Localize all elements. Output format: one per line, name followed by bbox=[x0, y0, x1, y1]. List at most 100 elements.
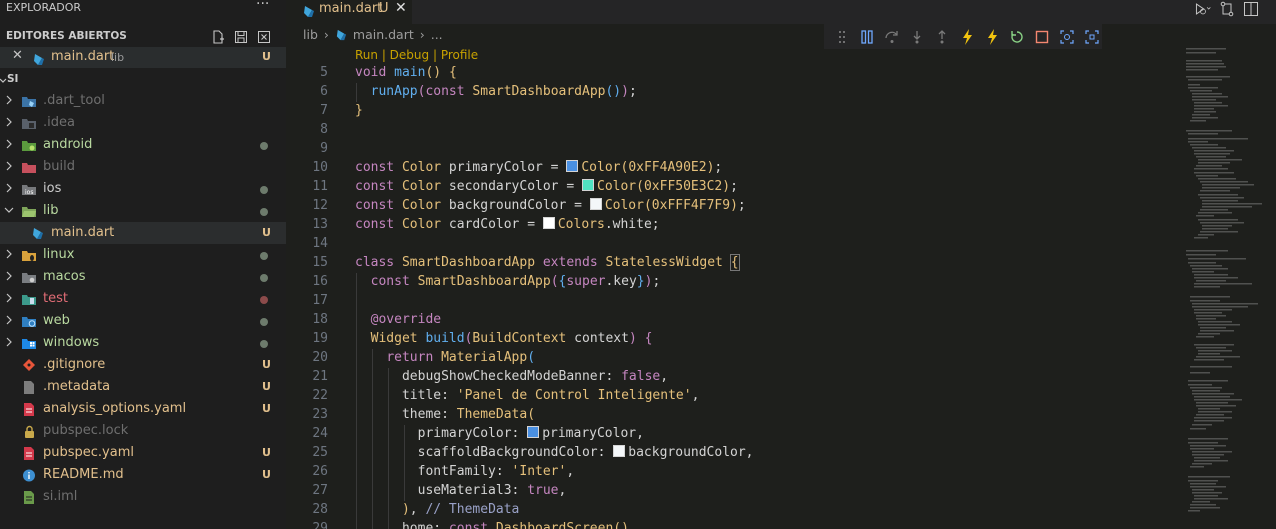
breadcrumb-file[interactable]: main.dart bbox=[353, 27, 414, 42]
line-number: 5 bbox=[320, 65, 328, 80]
error-dot bbox=[260, 296, 268, 304]
breadcrumb-more[interactable]: ... bbox=[431, 27, 443, 42]
breadcrumb-folder[interactable]: lib bbox=[303, 27, 318, 42]
tree-item-label: .dart_tool bbox=[43, 93, 105, 108]
chevron-right-icon bbox=[6, 161, 12, 171]
svg-text:ios: ios bbox=[25, 189, 33, 196]
split-editor-icon[interactable] bbox=[1242, 0, 1260, 18]
stop-icon[interactable] bbox=[1031, 26, 1052, 48]
metadata-file-icon bbox=[24, 381, 34, 394]
tree-item-label: web bbox=[43, 313, 70, 328]
open-editor-item[interactable]: ✕ main.dart lib U bbox=[0, 47, 286, 68]
tree-folder-linux[interactable]: linux bbox=[0, 244, 286, 266]
line-number: 7 bbox=[320, 103, 328, 118]
tree-folder-dart-tool[interactable]: .dart_tool bbox=[0, 90, 286, 112]
tree-folder-macos[interactable]: macos bbox=[0, 266, 286, 288]
chevron-right-icon bbox=[6, 315, 12, 325]
chevron-down-icon bbox=[4, 207, 14, 213]
tree-item-label: test bbox=[43, 291, 68, 306]
minimap[interactable] bbox=[1182, 44, 1272, 529]
tree-file-analysis-options[interactable]: analysis_options.yaml U bbox=[0, 398, 286, 420]
tree-file-readme[interactable]: README.md U bbox=[0, 464, 286, 486]
line-number: 22 bbox=[312, 388, 328, 403]
tab-main-dart[interactable]: main.dart U ✕ bbox=[286, 0, 412, 24]
hot-restart-icon[interactable] bbox=[981, 26, 1002, 48]
code-editor[interactable]: 5 void main() { 6 runApp(const SmartDashb… bbox=[286, 64, 1166, 529]
step-into-icon[interactable] bbox=[907, 26, 928, 48]
folder-build-icon bbox=[22, 163, 36, 173]
tree-file-metadata[interactable]: .metadata U bbox=[0, 376, 286, 398]
color-swatch[interactable] bbox=[589, 198, 602, 210]
color-swatch[interactable] bbox=[613, 445, 626, 457]
code-line: 12 const Color backgroundColor = Color(0x… bbox=[286, 197, 1166, 216]
dart-file-icon bbox=[33, 228, 43, 239]
folder-web-icon bbox=[22, 317, 36, 327]
git-status-badge: U bbox=[379, 1, 389, 16]
step-over-icon[interactable] bbox=[882, 26, 903, 48]
code-line: 11 const Color secondaryColor = Color(0xF… bbox=[286, 178, 1166, 197]
tree-folder-windows[interactable]: windows bbox=[0, 332, 286, 354]
compare-changes-icon[interactable] bbox=[1218, 0, 1236, 18]
git-status-badge: U bbox=[262, 380, 271, 393]
git-status-badge: U bbox=[262, 402, 271, 415]
code-line: 13 const Color cardColor = Colors.white; bbox=[286, 216, 1166, 235]
tree-file-pubspec-lock[interactable]: pubspec.lock bbox=[0, 420, 286, 442]
tree-folder-test[interactable]: test bbox=[0, 288, 286, 310]
tree-item-label: windows bbox=[43, 335, 100, 350]
chevron-right-icon bbox=[6, 249, 12, 259]
tree-file-main-dart[interactable]: main.dart U bbox=[0, 222, 286, 244]
widget-inspector-icon[interactable] bbox=[1056, 26, 1077, 48]
color-swatch[interactable] bbox=[527, 426, 540, 438]
code-line: 21 debugShowCheckedModeBanner: false, bbox=[286, 368, 1166, 387]
open-editors-header[interactable]: EDITORES ABIERTOS bbox=[0, 27, 286, 47]
tree-file-si-iml[interactable]: si.iml bbox=[0, 486, 286, 508]
tree-folder-web[interactable]: web bbox=[0, 310, 286, 332]
code-line: 9 bbox=[286, 140, 1166, 159]
hot-reload-icon[interactable] bbox=[957, 26, 978, 48]
tree-file-pubspec-yaml[interactable]: pubspec.yaml U bbox=[0, 442, 286, 464]
tree-item-label: build bbox=[43, 159, 75, 174]
close-icon[interactable]: ✕ bbox=[12, 48, 23, 63]
close-icon[interactable]: ✕ bbox=[395, 0, 407, 16]
tree-item-label: .metadata bbox=[43, 379, 111, 394]
editor-area: main.dart U ✕ lib › main.dart › ... Run … bbox=[286, 0, 1276, 529]
restart-icon[interactable] bbox=[1006, 26, 1027, 48]
modified-dot bbox=[260, 208, 268, 216]
tree-folder-android[interactable]: android bbox=[0, 134, 286, 156]
devtools-icon[interactable] bbox=[1081, 26, 1102, 48]
yaml-file-icon bbox=[24, 447, 34, 460]
iml-file-icon bbox=[24, 491, 34, 504]
code-line: 6 runApp(const SmartDashboardApp()); bbox=[286, 83, 1166, 102]
color-swatch[interactable] bbox=[582, 179, 594, 191]
tree-folder-ios[interactable]: ios ios bbox=[0, 178, 286, 200]
tree-folder-build[interactable]: build bbox=[0, 156, 286, 178]
color-swatch[interactable] bbox=[566, 160, 579, 172]
git-status-badge: U bbox=[262, 468, 271, 481]
tab-bar: main.dart U ✕ bbox=[286, 0, 1276, 24]
code-line: 15 class SmartDashboardApp extends Statel… bbox=[286, 254, 1166, 273]
code-line: 29 home: const DashboardScreen(), bbox=[286, 520, 1166, 529]
workspace-label: SI bbox=[7, 73, 19, 85]
new-untitled-file-icon[interactable] bbox=[209, 28, 226, 45]
code-line: 23 theme: ThemeData( bbox=[286, 406, 1166, 425]
line-number: 6 bbox=[320, 84, 328, 99]
tree-item-label: pubspec.lock bbox=[43, 423, 129, 438]
step-out-icon[interactable] bbox=[932, 26, 953, 48]
tree-folder-idea[interactable]: .idea bbox=[0, 112, 286, 134]
folder-linux-icon bbox=[22, 251, 36, 261]
chevron-right-icon bbox=[6, 337, 12, 347]
run-debug-icon[interactable] bbox=[1194, 0, 1212, 18]
workspace-header[interactable]: SI bbox=[0, 70, 286, 90]
save-all-icon[interactable] bbox=[232, 28, 249, 45]
tree-folder-lib[interactable]: lib bbox=[0, 200, 286, 222]
more-actions-icon[interactable]: ··· bbox=[256, 0, 269, 12]
pause-icon[interactable] bbox=[857, 26, 878, 48]
close-all-icon[interactable] bbox=[255, 28, 272, 45]
tree-item-label: .idea bbox=[43, 115, 75, 130]
drag-handle-icon[interactable] bbox=[832, 26, 853, 48]
line-number: 19 bbox=[312, 331, 328, 346]
info-icon bbox=[23, 469, 35, 482]
codelens-run-debug-profile[interactable]: Run | Debug | Profile bbox=[355, 48, 478, 62]
tree-file-gitignore[interactable]: .gitignore U bbox=[0, 354, 286, 376]
color-swatch[interactable] bbox=[542, 217, 555, 229]
